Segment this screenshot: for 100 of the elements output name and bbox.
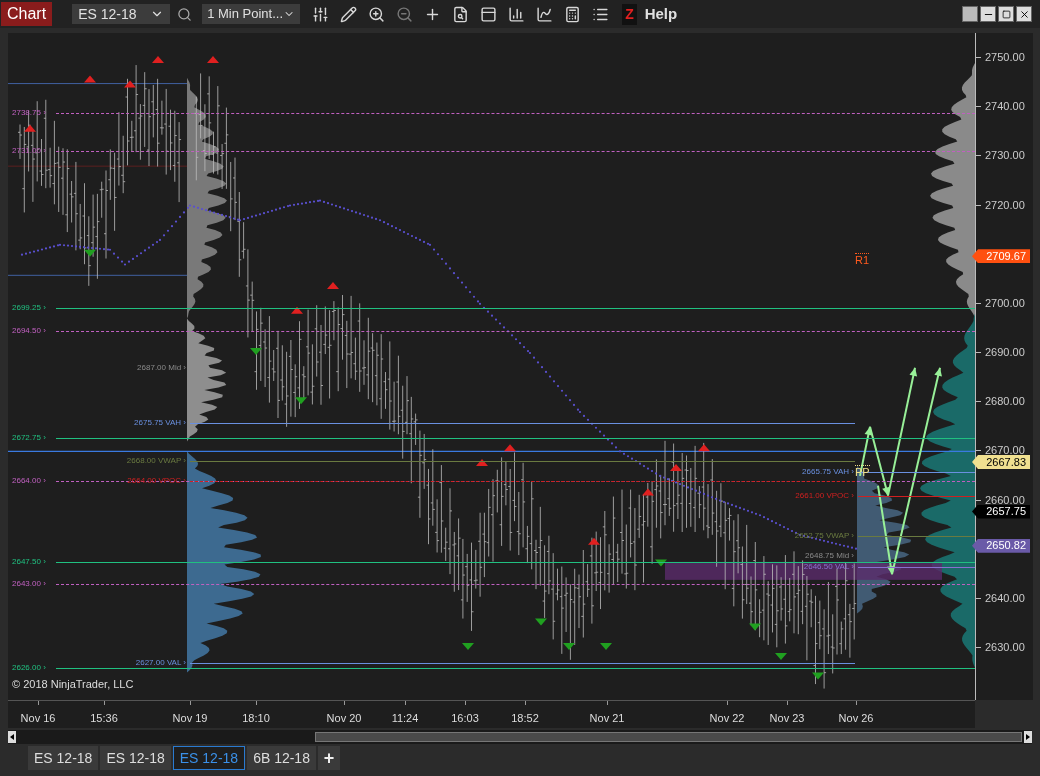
price-axis-label: 2720.00 — [985, 200, 1025, 210]
time-axis-label: 16:03 — [451, 711, 479, 726]
calculator-icon — [563, 5, 581, 23]
time-axis-label: 18:52 — [511, 711, 539, 726]
minimize-button[interactable] — [980, 6, 996, 22]
level-label: 2664.00 VPOC › — [127, 475, 186, 486]
swing-low-marker — [655, 559, 667, 567]
close-button[interactable] — [1016, 6, 1032, 22]
time-axis-label: Nov 19 — [172, 711, 208, 726]
swing-low-marker — [600, 643, 612, 651]
price-tag: 2709.67 — [972, 249, 1030, 264]
panel-button[interactable] — [478, 4, 499, 24]
panel-icon — [479, 5, 497, 23]
price-axis-label: 2740.00 — [985, 102, 1025, 112]
price-tag: 2657.75 — [972, 504, 1030, 519]
swing-low-marker — [250, 348, 262, 356]
add-tab-button[interactable]: + — [317, 746, 340, 770]
sliders-icon — [311, 5, 329, 23]
chart-tab[interactable]: ES 12-18 — [28, 746, 99, 770]
instrument-dropdown[interactable]: ES 12-18 — [72, 4, 171, 24]
interval-dropdown[interactable]: 1 Min Point... — [202, 4, 301, 24]
swing-high-marker — [124, 80, 136, 88]
swing-high-marker — [24, 124, 36, 132]
chart-tab[interactable]: ES 12-18 — [172, 746, 246, 770]
swing-high-marker — [504, 444, 516, 452]
level-label: 2694.50 › — [12, 325, 46, 336]
swing-low-marker — [535, 618, 547, 626]
swing-high-marker — [698, 444, 710, 452]
swing-low-marker — [749, 623, 761, 631]
time-axis-label: 18:10 — [242, 711, 270, 726]
bar-chart-icon — [507, 5, 525, 23]
time-axis-label: Nov 23 — [769, 711, 805, 726]
price-axis-label: 2660.00 — [985, 495, 1025, 505]
swing-low-marker — [84, 249, 96, 257]
time-axis-label: Nov 21 — [589, 711, 625, 726]
price-axis-label: 2640.00 — [985, 593, 1025, 603]
level-label: 2665.75 VAH › — [802, 467, 854, 478]
time-axis-label: Nov 20 — [326, 711, 362, 726]
swing-low-marker — [812, 672, 824, 680]
swing-high-marker — [642, 488, 654, 496]
scroll-right-button[interactable] — [1024, 731, 1032, 743]
maximize-icon — [1001, 9, 1011, 19]
level-label: 2643.00 › — [12, 579, 46, 590]
price-axis-label: 2730.00 — [985, 151, 1025, 161]
level-label: 2687.00 Mid › — [137, 362, 186, 373]
price-axis-label: 2700.00 — [985, 298, 1025, 308]
time-axis-label: 11:24 — [391, 711, 419, 726]
level-label: 2647.50 › — [12, 556, 46, 567]
level-label: 2699.25 › — [12, 302, 46, 313]
time-axis-label: Nov 26 — [838, 711, 874, 726]
time-axis-label: Nov 16 — [20, 711, 56, 726]
price-axis-label: 2690.00 — [985, 348, 1025, 357]
swing-low-marker — [775, 652, 787, 660]
level-label: 2675.75 VAH › — [134, 418, 186, 429]
window-title: Chart — [1, 2, 53, 26]
swing-low-marker — [295, 397, 307, 405]
copyright-text: © 2018 NinjaTrader, LLC — [12, 676, 134, 692]
swing-high-marker — [207, 55, 219, 63]
level-label: 2664.00 › — [12, 475, 46, 486]
chart-tab[interactable]: 6B 12-18 — [247, 746, 316, 770]
time-axis-label: Nov 22 — [709, 711, 745, 726]
level-label: 2627.00 VAL › — [135, 657, 186, 668]
swing-high-marker — [670, 464, 682, 471]
swing-high-marker — [476, 459, 488, 467]
level-label: 2648.75 Mid › — [805, 550, 854, 561]
scroll-left-button[interactable] — [8, 731, 16, 743]
pencil-icon — [339, 5, 357, 23]
pivot-label: R1 — [855, 253, 870, 267]
level-label: 2661.00 VPOC › — [795, 490, 854, 501]
price-tag: 2667.83 — [972, 455, 1030, 469]
line-chart-icon — [535, 5, 553, 23]
chart-tab[interactable]: ES 12-18 — [100, 746, 171, 770]
help-menu[interactable]: Help — [644, 2, 678, 26]
search-icon — [176, 6, 192, 22]
swing-high-marker — [327, 282, 339, 290]
zoom-in-icon — [367, 5, 385, 23]
time-axis-label: 15:36 — [90, 711, 118, 726]
close-icon — [1018, 8, 1030, 20]
level-label: 2626.00 › — [12, 662, 46, 673]
price-tag: 2650.82 — [972, 538, 1030, 553]
scrollbar-thumb[interactable] — [315, 732, 1022, 742]
swing-low-marker — [563, 643, 575, 651]
price-axis-label: 2670.00 — [985, 446, 1025, 456]
z-label[interactable]: Z — [622, 3, 637, 25]
level-label: 2668.00 VWAP › — [126, 456, 186, 467]
pencil-button[interactable] — [338, 4, 359, 24]
left-arrow-icon — [10, 734, 14, 740]
level-label: 2672.75 › — [12, 432, 46, 443]
price-axis-label: 2750.00 — [985, 53, 1025, 62]
swing-low-marker — [462, 643, 474, 651]
price-axis-label: 2680.00 — [985, 397, 1025, 407]
swing-high-marker — [84, 75, 96, 83]
zoom-out-icon — [395, 5, 413, 23]
price-axis-label: 2630.00 — [985, 643, 1025, 652]
right-arrow-icon — [1026, 734, 1030, 740]
swing-high-marker — [588, 537, 600, 545]
document-search-icon — [451, 5, 469, 23]
swing-high-marker — [291, 306, 303, 314]
swing-high-marker — [152, 55, 164, 63]
maximize-button[interactable] — [998, 6, 1014, 22]
